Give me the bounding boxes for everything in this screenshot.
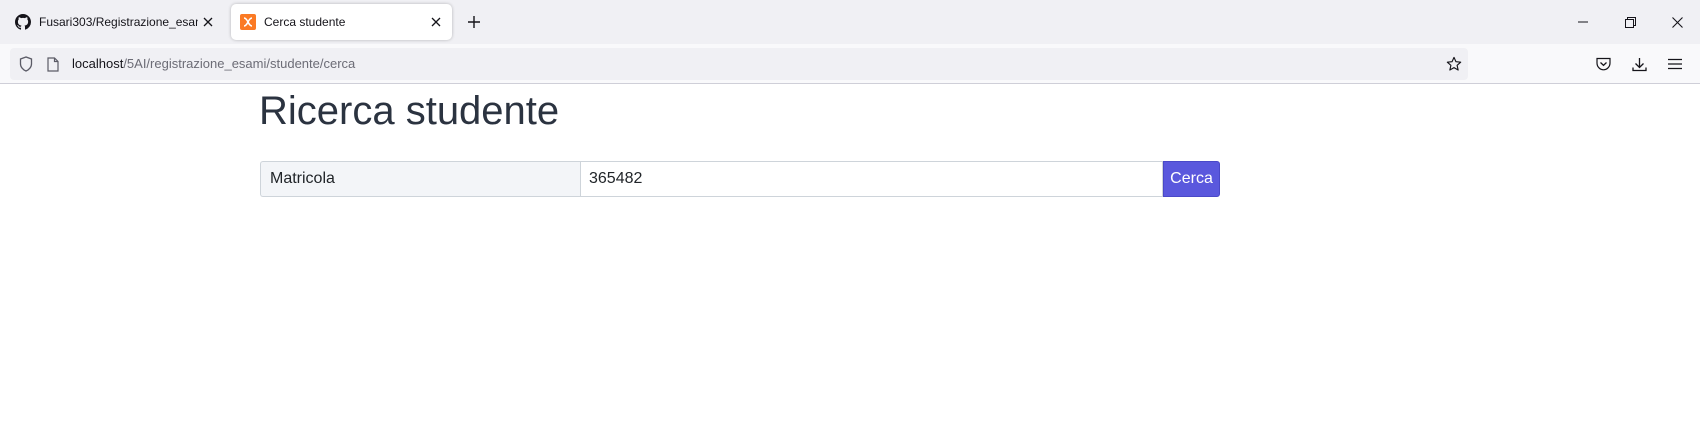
menu-button[interactable] bbox=[1665, 54, 1685, 74]
hamburger-menu-icon bbox=[1668, 58, 1682, 70]
minimize-icon bbox=[1578, 21, 1588, 23]
plus-icon bbox=[468, 16, 480, 28]
download-icon bbox=[1631, 57, 1647, 71]
close-icon bbox=[1671, 16, 1683, 28]
url-path: /5AI/registrazione_esami/studente/cerca bbox=[123, 56, 356, 71]
shield-icon[interactable] bbox=[18, 56, 34, 72]
restore-icon bbox=[1624, 16, 1636, 28]
matricola-label: Matricola bbox=[260, 161, 580, 197]
github-icon bbox=[15, 14, 31, 30]
pocket-button[interactable] bbox=[1593, 54, 1613, 74]
minimize-button[interactable] bbox=[1560, 6, 1606, 38]
tab-strip: Fusari303/Registrazione_esami Cerca stud… bbox=[0, 0, 1700, 44]
page-title: Ricerca studente bbox=[259, 89, 560, 133]
bookmark-star-icon[interactable] bbox=[1446, 56, 1462, 72]
close-tab-icon[interactable] bbox=[426, 12, 446, 32]
restore-button[interactable] bbox=[1607, 6, 1653, 38]
close-window-button[interactable] bbox=[1654, 6, 1700, 38]
cerca-button[interactable]: Cerca bbox=[1163, 161, 1220, 197]
navigation-toolbar: localhost/5AI/registrazione_esami/studen… bbox=[0, 44, 1700, 84]
downloads-button[interactable] bbox=[1629, 54, 1649, 74]
pocket-icon bbox=[1595, 57, 1611, 71]
address-bar[interactable]: localhost/5AI/registrazione_esami/studen… bbox=[10, 48, 1468, 80]
url-text[interactable]: localhost/5AI/registrazione_esami/studen… bbox=[72, 56, 355, 72]
xampp-icon bbox=[240, 14, 256, 30]
new-tab-button[interactable] bbox=[462, 10, 486, 34]
matricola-input[interactable] bbox=[580, 161, 1163, 197]
tab-title: Fusari303/Registrazione_esami bbox=[39, 15, 198, 29]
tab-cerca-studente[interactable]: Cerca studente bbox=[231, 4, 452, 40]
page-icon[interactable] bbox=[45, 56, 61, 72]
tab-title: Cerca studente bbox=[264, 15, 346, 29]
url-host: localhost bbox=[72, 56, 124, 71]
close-tab-icon[interactable] bbox=[198, 12, 218, 32]
tab-github-repo[interactable]: Fusari303/Registrazione_esami bbox=[6, 4, 224, 40]
search-form: Matricola Cerca bbox=[260, 161, 1220, 197]
